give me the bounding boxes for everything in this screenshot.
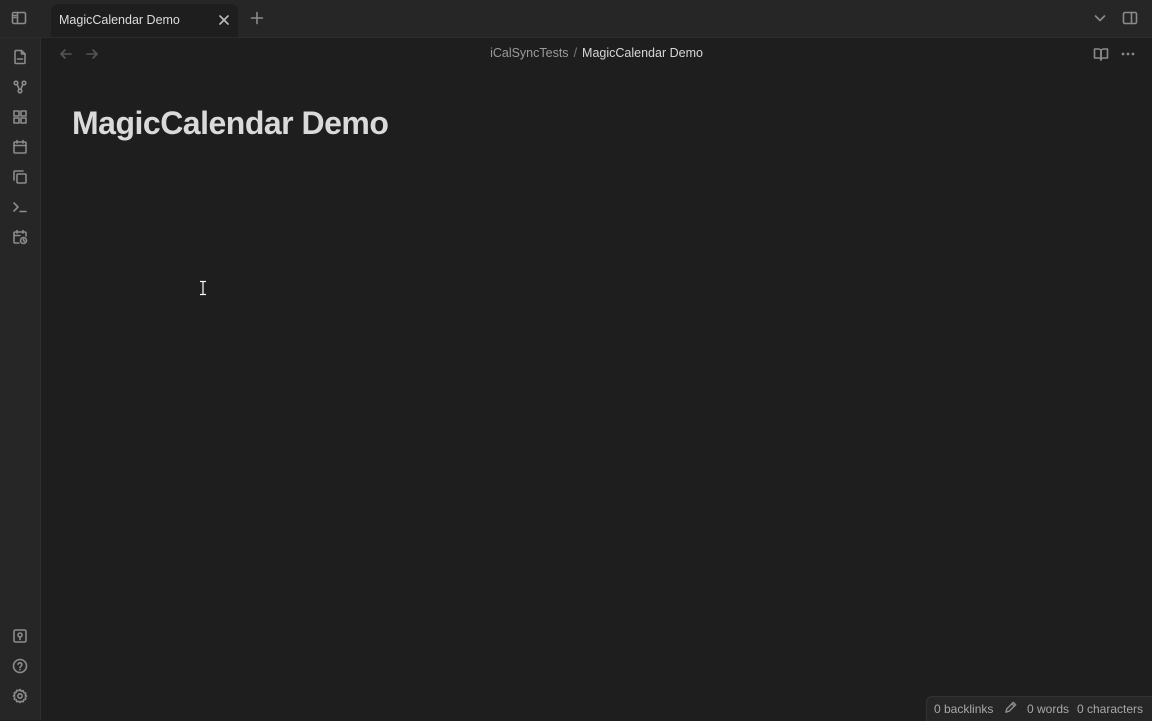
breadcrumb: iCalSyncTests / MagicCalendar Demo [41,46,1152,60]
editor-pane: iCalSyncTests / MagicCalendar Demo MagicCa… [41,38,1152,720]
settings-icon[interactable] [12,688,28,704]
calendar-icon[interactable] [12,139,28,155]
close-icon[interactable] [217,13,231,27]
backlinks-count[interactable]: 0 backlinks [934,702,993,716]
word-count: 0 words [1027,702,1070,716]
breadcrumb-folder[interactable]: iCalSyncTests [490,46,569,60]
canvas-icon[interactable] [12,109,28,125]
terminal-icon[interactable] [12,199,28,215]
tab-active[interactable]: MagicCalendar Demo [51,4,238,37]
character-count: 0 characters [1077,702,1144,716]
more-options-icon[interactable] [1120,46,1136,62]
help-icon[interactable] [12,658,28,674]
right-sidebar-toggle-icon[interactable] [1122,10,1138,26]
copy-icon[interactable] [12,169,28,185]
left-ribbon [0,38,41,720]
breadcrumb-separator: / [573,46,578,60]
graph-icon[interactable] [12,79,28,95]
tab-bar: MagicCalendar Demo [0,0,1152,38]
tab-title: MagicCalendar Demo [59,13,180,27]
vault-icon[interactable] [12,628,28,644]
status-bar: 0 backlinks 0 words 0 characters [926,696,1152,721]
file-icon[interactable] [12,49,28,65]
text-cursor-icon [198,280,208,296]
calendar-clock-icon[interactable] [12,229,28,245]
plus-icon[interactable] [249,10,265,26]
breadcrumb-file[interactable]: MagicCalendar Demo [582,46,703,60]
note-title[interactable]: MagicCalendar Demo [72,105,389,142]
chevron-down-icon[interactable] [1092,10,1108,26]
book-open-icon[interactable] [1093,46,1109,62]
sidebar-toggle-icon[interactable] [11,10,27,26]
pencil-icon[interactable] [1004,701,1017,714]
